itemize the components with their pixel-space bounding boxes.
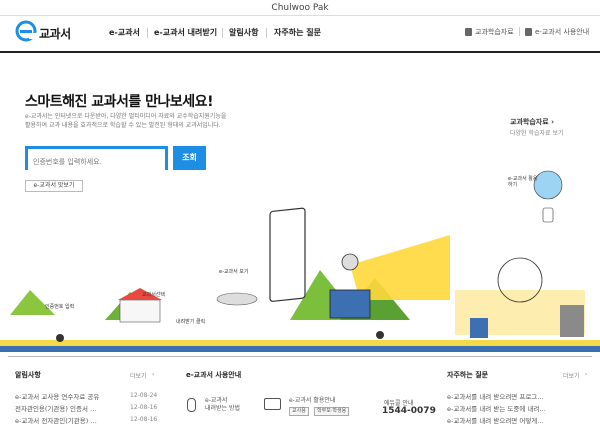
student-tag-button[interactable]: 학부모·학생용 [314,407,350,416]
robot [470,318,488,338]
illus-label-download: 내려받기 클릭 [176,319,206,325]
notice-item[interactable]: 전자관인용(기관용) 인증서 … [15,403,115,413]
book-icon [465,28,472,36]
illus-label-ebook-view: e-교과서 보기 [219,269,249,275]
guide-use-label: e-교과서 활용안내 [289,397,336,404]
guide-download-label: 내려받는 방법 [205,405,241,412]
hot-air-balloon [533,170,563,200]
nav-ebook-download[interactable]: e-교과서 내려받기 [154,27,217,38]
util-learning-materials-label: 교과학습자료 [475,28,514,36]
faq-item[interactable]: e-교과서를 내려 받으려면 어떻게… [447,415,562,425]
book-icon [525,28,532,36]
school-building [119,299,161,323]
nav-divider [147,28,148,38]
header-divider [0,51,600,53]
guide-download-label: e-교과서 [205,397,228,404]
notice-item[interactable]: e-교과서 전자관인(기관용) … [15,415,115,425]
section-divider [8,356,592,357]
hero-title: 스마트해진 교과서를 만나보세요! [25,94,213,110]
satellite-dish [341,253,359,271]
notices-more-link[interactable]: 더보기 [130,371,147,380]
tablet-device [269,207,306,302]
logo-text: 교과서 [39,26,71,41]
chevron-right-icon: › [152,371,155,378]
phone-device [542,207,554,223]
building [560,305,584,337]
faq-item[interactable]: e-교과서를 내려 받으려면 프로그… [447,391,562,401]
faq-more-link[interactable]: 더보기 [563,371,580,380]
site-logo[interactable]: 교과서 [15,20,71,46]
guide-title: e-교과서 사용안내 [186,371,242,379]
util-usage-guide[interactable]: e-교과서 사용안내 [525,27,589,37]
util-divider [519,27,520,36]
hero-description-line: e-교과서는 인터넷으로 다운받아, 다양한 멀티미디어 자료와 교수학습지원기… [25,113,227,120]
illus-label-auth: 인증번호 입력 [45,304,75,310]
wheel [376,331,384,339]
learning-materials-link[interactable]: 교과학습자료 › [510,117,554,127]
util-learning-materials[interactable]: 교과학습자료 [465,27,514,37]
notice-date: 12-08-16 [130,404,158,411]
nav-notices[interactable]: 알림사항 [229,27,258,38]
faq-title: 자주하는 질문 [447,371,489,379]
teacher-tag-button[interactable]: 교사용 [289,407,309,416]
road-strip [0,346,600,352]
top-navigation-bar: 교과서 e-교과서 e-교과서 내려받기 알림사항 자주하는 질문 교과학습자료… [0,16,600,52]
blimp [216,292,258,306]
notice-date: 12-08-16 [130,416,158,423]
nav-faq[interactable]: 자주하는 질문 [274,27,321,38]
illus-label-school: 교과서선택 [142,292,166,298]
monitor [329,289,371,319]
notice-item[interactable]: e-교과서 교사용 연수자료 공유 [15,391,115,401]
faq-item[interactable]: e-교과서를 내려 받는 도중에 내려… [447,403,562,413]
nav-ebook[interactable]: e-교과서 [109,27,140,38]
learning-materials-link-label: 교과학습자료 [510,118,549,126]
monitor-icon [264,398,281,410]
notices-title: 알림사항 [15,371,41,379]
util-usage-guide-label: e-교과서 사용안내 [535,28,590,36]
window-title: Chulwoo Pak [0,0,600,16]
mouse-icon [187,398,196,412]
chevron-right-icon: › [551,118,554,126]
illus-label-ebook-use: e-교과서 활용하기 [508,176,538,188]
e-logo-icon [15,20,37,46]
educall-phone: 1544-0079 [382,406,436,416]
learning-materials-sub[interactable]: 다양한 학습자료 보기 [510,128,564,137]
chevron-right-icon: › [585,371,588,378]
hero-description-line: 활용하여 교과 내용을 효과적으로 학습할 수 있는 발전된 형태의 교과서입니… [25,122,221,129]
hero-description: e-교과서는 인터넷으로 다운받아, 다양한 멀티미디어 자료와 교수학습지원기… [25,112,285,130]
notice-date: 12-08-24 [130,392,158,399]
guide-download-link[interactable]: e-교과서 내려받는 방법 [205,397,240,413]
nav-divider [222,28,223,38]
nav-divider [266,28,267,38]
wheel [56,334,64,342]
